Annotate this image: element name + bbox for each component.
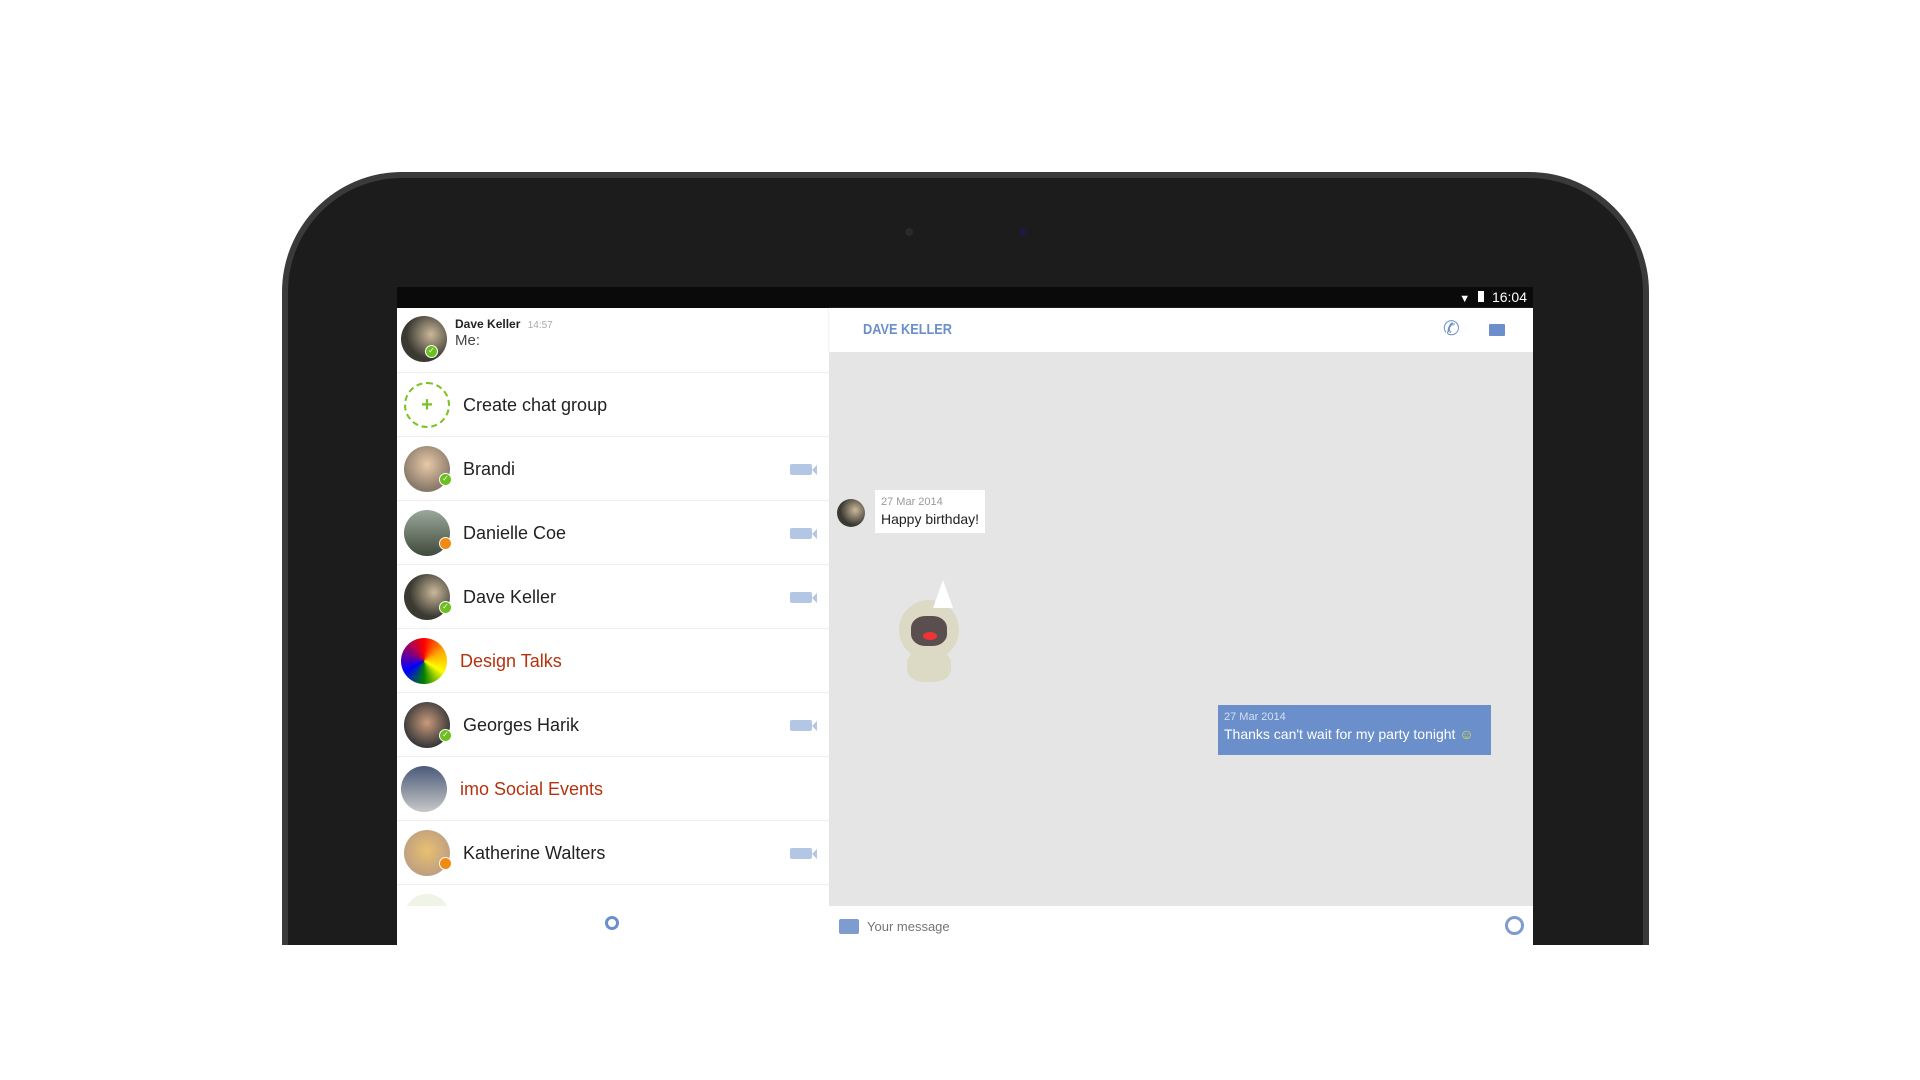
create-chat-group-button[interactable]: + Create chat group	[397, 373, 829, 437]
avatar	[401, 638, 447, 684]
phone-call-icon[interactable]: ✆	[1443, 316, 1460, 341]
search-icon[interactable]	[605, 916, 619, 930]
avatar	[401, 316, 447, 362]
app-screen: ▼ 16:04 ✓ Dave Keller 14:57 Me: + Create…	[397, 287, 1533, 945]
outgoing-message: 27 Mar 2014 Thanks can't wait for my par…	[1218, 705, 1491, 755]
online-badge: ✓	[439, 729, 452, 742]
chat-header: DAVE KELLER ✆	[829, 308, 1533, 352]
wifi-icon: ▼	[1459, 293, 1471, 305]
me-preview: Me:	[455, 332, 481, 349]
message-input[interactable]	[867, 914, 1407, 938]
message-text-content: Thanks can't wait for my party tonight	[1224, 726, 1456, 742]
contact-name: Brandi	[463, 459, 516, 479]
video-call-icon[interactable]	[1489, 324, 1505, 336]
plus-icon: +	[404, 382, 450, 428]
me-name: Dave Keller	[455, 317, 521, 331]
video-chat-icon[interactable]	[790, 848, 817, 859]
contact-item[interactable]: ✓ Brandi	[397, 437, 829, 501]
online-badge: ✓	[439, 601, 452, 614]
create-group-label: Create chat group	[463, 395, 608, 415]
message-date: 27 Mar 2014	[1224, 711, 1286, 723]
contact-name: Dave Keller	[463, 587, 557, 607]
me-row[interactable]: ✓ Dave Keller 14:57 Me:	[397, 308, 829, 373]
away-badge	[439, 537, 452, 550]
emoji-icon[interactable]	[1505, 916, 1524, 935]
front-camera	[1019, 228, 1027, 236]
contact-item[interactable]: Design Talks	[397, 629, 829, 693]
contact-item[interactable]: ✓ Georges Harik	[397, 693, 829, 757]
sender-avatar	[837, 499, 865, 527]
party-pug-sticker	[887, 580, 977, 685]
message-text: Thanks can't wait for my party tonight ☺	[1224, 726, 1485, 742]
contact-name: Danielle Coe	[463, 523, 567, 543]
message-date: 27 Mar 2014	[881, 496, 943, 508]
contact-item[interactable]: Katherine Walters	[397, 821, 829, 885]
contact-name: Katherine Walters	[463, 843, 606, 863]
video-chat-icon[interactable]	[790, 720, 817, 731]
message-text: Happy birthday!	[881, 511, 980, 527]
contact-item[interactable]: imo Social Events	[397, 757, 829, 821]
online-badge: ✓	[439, 473, 452, 486]
online-badge: ✓	[425, 345, 438, 358]
away-badge	[439, 857, 452, 870]
chat-title: DAVE KELLER	[863, 321, 953, 338]
video-chat-icon[interactable]	[790, 528, 817, 539]
bottom-bar	[397, 906, 1533, 945]
contact-item[interactable]: Danielle Coe	[397, 501, 829, 565]
status-time: 16:04	[1491, 289, 1527, 305]
incoming-message: 27 Mar 2014 Happy birthday!	[875, 490, 986, 533]
me-time: 14:57	[527, 320, 553, 331]
contact-list: ✓ Dave Keller 14:57 Me: + Create chat gr…	[397, 308, 829, 940]
message-area: 27 Mar 2014 Happy birthday! ✓ 27 Mar 201…	[829, 352, 1533, 906]
contact-item[interactable]: ✓ Dave Keller	[397, 565, 829, 629]
status-bar: ▼ 16:04	[397, 287, 1533, 308]
camera-sensor	[905, 228, 913, 236]
smiley-icon: ☺	[1459, 726, 1474, 742]
avatar	[401, 766, 447, 812]
video-chat-icon[interactable]	[790, 464, 817, 475]
video-chat-icon[interactable]	[790, 592, 817, 603]
contact-name: Georges Harik	[463, 715, 580, 735]
contact-name: imo Social Events	[460, 779, 604, 799]
contact-name: Design Talks	[460, 651, 562, 671]
battery-icon	[1478, 291, 1485, 302]
camera-icon[interactable]	[839, 919, 859, 934]
